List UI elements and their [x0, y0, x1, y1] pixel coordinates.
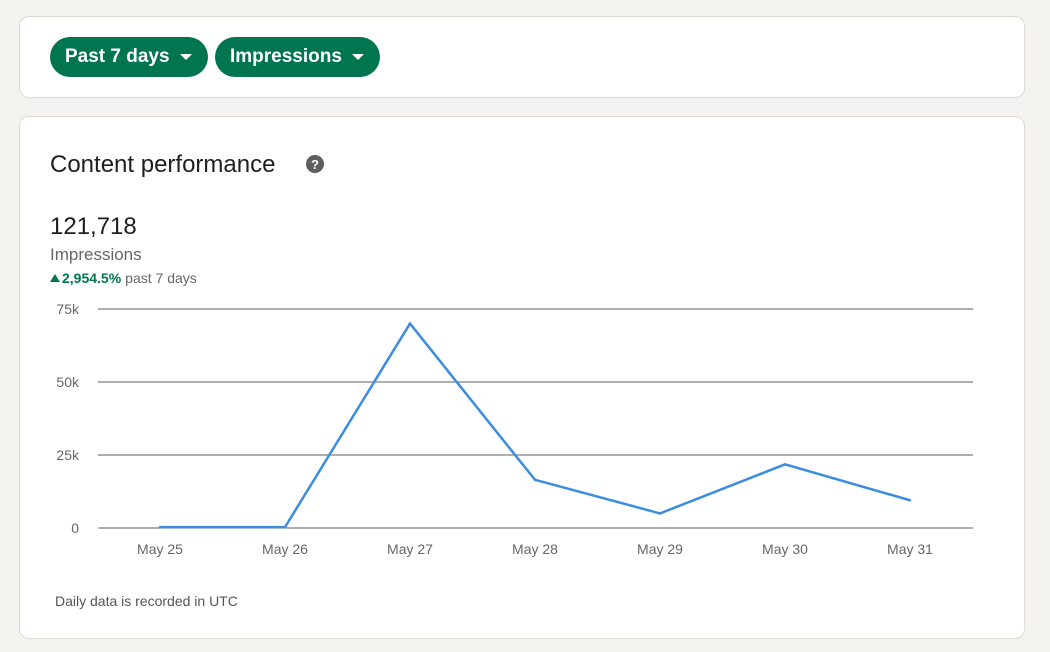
x-tick-label: May 28	[512, 541, 558, 557]
x-tick-label: May 29	[637, 541, 683, 557]
data-point-may-30	[783, 463, 787, 466]
content-performance-card: Content performance ? 121,718 Impression…	[19, 116, 1025, 639]
change-period: past 7 days	[125, 270, 197, 286]
change-indicator: 2,954.5% past 7 days	[50, 270, 197, 286]
x-tick-label: May 27	[387, 541, 433, 557]
data-point-may-31	[908, 499, 912, 502]
data-point-may-29	[658, 512, 662, 515]
x-tick-label: May 31	[887, 541, 933, 557]
help-icon[interactable]: ?	[306, 155, 324, 173]
x-tick-label: May 30	[762, 541, 808, 557]
metric-dropdown[interactable]: Impressions	[215, 37, 380, 77]
impressions-series-line	[160, 321, 911, 529]
data-point-may-27	[408, 322, 412, 325]
y-tick-label: 25k	[56, 447, 80, 463]
utc-footnote: Daily data is recorded in UTC	[55, 593, 238, 609]
data-point-may-26	[283, 525, 287, 529]
total-impressions: 121,718	[50, 213, 137, 240]
metric-label: Impressions	[50, 245, 142, 264]
change-value: 2,954.5%	[62, 270, 122, 286]
y-tick-label: 0	[71, 520, 79, 536]
filter-bar: Past 7 days Impressions	[19, 16, 1025, 98]
y-tick-label: 75k	[56, 301, 80, 317]
impressions-line-chart: 0 25k 50k 75k May 25 May 26 May 27 May 28 May 29…	[56, 301, 973, 557]
caret-down-icon	[179, 54, 192, 60]
metric-dropdown-label: Impressions	[230, 46, 342, 67]
caret-down-icon	[351, 54, 364, 60]
data-point-may-25	[158, 525, 162, 529]
trend-up-icon	[50, 274, 60, 282]
y-tick-label: 50k	[56, 374, 80, 390]
date-range-label: Past 7 days	[65, 46, 170, 67]
x-tick-label: May 25	[137, 541, 183, 557]
section-title: Content performance	[50, 151, 276, 178]
data-point-may-28	[533, 478, 537, 482]
x-tick-label: May 26	[262, 541, 308, 557]
date-range-dropdown[interactable]: Past 7 days	[50, 37, 208, 77]
